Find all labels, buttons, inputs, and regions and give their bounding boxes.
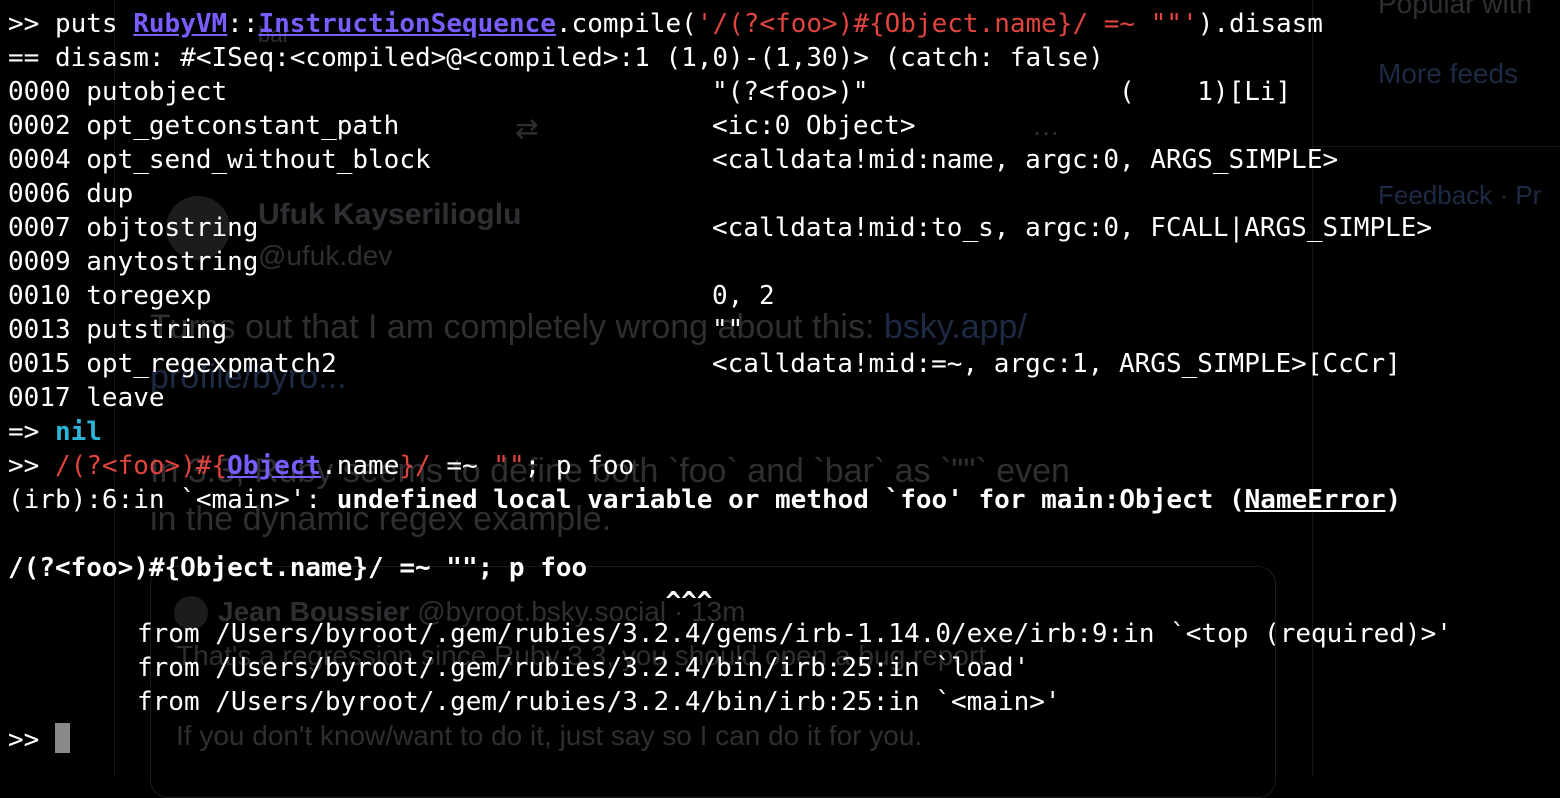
puts-keyword: puts bbox=[54, 9, 134, 39]
scope-operator: :: bbox=[227, 9, 259, 39]
p-foo-call: ; p foo bbox=[524, 451, 635, 481]
instruction-opcode: 0000 putobject bbox=[8, 77, 228, 107]
instruction-operand: <calldata!mid:name, argc:0, ARGS_SIMPLE> bbox=[712, 145, 1339, 175]
error-close-paren: ) bbox=[1385, 485, 1402, 515]
instruction-operand: "" bbox=[712, 315, 744, 345]
match-operator: =~ bbox=[430, 451, 494, 481]
error-caret: ^^^ bbox=[8, 587, 713, 617]
instruction-row: 0013 putstring "" bbox=[8, 313, 1560, 347]
instruction-row: 0000 putobject "(?<foo>)" ( 1)[Li] bbox=[8, 75, 1560, 109]
instruction-opcode: 0010 toregexp bbox=[8, 281, 212, 311]
error-class: NameError bbox=[1244, 485, 1386, 515]
backtrace-line: from /Users/byroot/.gem/rubies/3.2.4/bin… bbox=[137, 687, 1061, 717]
regex-literal-start: /(?<foo>)#{ bbox=[54, 451, 228, 481]
instruction-row: 0002 opt_getconstant_path <ic:0 Object> bbox=[8, 109, 1560, 143]
backtrace-line: from /Users/byroot/.gem/rubies/3.2.4/bin… bbox=[137, 653, 1030, 683]
regex-literal-end: }/ bbox=[399, 451, 431, 481]
instruction-operand: "(?<foo>)" ( 1)[Li] bbox=[712, 77, 1292, 107]
instruction-operand: <ic:0 Object> bbox=[712, 111, 916, 141]
irb-prompt: >> bbox=[8, 9, 55, 39]
instruction-row: 0007 objtostring <calldata!mid:to_s, argc… bbox=[8, 211, 1560, 245]
irb-prompt: >> bbox=[8, 725, 55, 755]
instruction-row: 0009 anytostring bbox=[8, 245, 1560, 279]
return-value-line: => nil bbox=[8, 415, 1560, 449]
instruction-operand: <calldata!mid:to_s, argc:0, FCALL|ARGS_S… bbox=[712, 213, 1433, 243]
empty-string-literal: "" bbox=[493, 451, 525, 481]
disasm-call: ).disasm bbox=[1197, 9, 1323, 39]
instruction-row: 0006 dup bbox=[8, 177, 1560, 211]
text-cursor bbox=[54, 723, 70, 753]
instruction-list: 0000 putobject "(?<foo>)" ( 1)[Li] 0002 op… bbox=[8, 75, 1560, 415]
irb-input-line-1: >> puts RubyVM::InstructionSequence.comp… bbox=[8, 7, 1560, 41]
instruction-row: 0004 opt_send_without_block <calldata!mid… bbox=[8, 143, 1560, 177]
instruction-opcode: 0017 leave bbox=[8, 383, 165, 413]
nil-value: nil bbox=[54, 417, 102, 447]
instruction-opcode: 0015 opt_regexpmatch2 bbox=[8, 349, 337, 379]
instruction-row: 0015 opt_regexpmatch2 <calldata!mid:=~, a… bbox=[8, 347, 1560, 381]
instruction-row: 0010 toregexp 0, 2 bbox=[8, 279, 1560, 313]
result-arrow: => bbox=[8, 417, 55, 447]
instruction-row: 0017 leave bbox=[8, 381, 1560, 415]
instruction-sequence-constant: InstructionSequence bbox=[258, 9, 556, 39]
irb-terminal[interactable]: >> puts RubyVM::InstructionSequence.comp… bbox=[8, 7, 1560, 757]
instruction-opcode: 0013 putstring bbox=[8, 315, 228, 345]
compile-call: .compile( bbox=[555, 9, 697, 39]
error-text: undefined local variable or method `foo'… bbox=[336, 485, 1245, 515]
error-message: (irb):6:in `<main>': undefined local var… bbox=[8, 483, 1560, 517]
rubyvm-constant: RubyVM bbox=[133, 9, 228, 39]
instruction-opcode: 0009 anytostring bbox=[8, 247, 259, 277]
disasm-header: == disasm: #<ISeq:<compiled>@<compiled>:… bbox=[8, 43, 1104, 73]
backtrace-line: from /Users/byroot/.gem/rubies/3.2.4/gem… bbox=[137, 619, 1452, 649]
instruction-opcode: 0002 opt_getconstant_path bbox=[8, 111, 400, 141]
irb-input-line-2: >> /(?<foo>)#{Object.name}/ =~ ""; p foo bbox=[8, 449, 1560, 483]
instruction-opcode: 0007 objtostring bbox=[8, 213, 259, 243]
instruction-operand: <calldata!mid:=~, argc:1, ARGS_SIMPLE>[C… bbox=[712, 349, 1401, 379]
instruction-opcode: 0004 opt_send_without_block bbox=[8, 145, 431, 175]
instruction-operand: 0, 2 bbox=[712, 281, 775, 311]
source-string-literal: '/(?<foo>)#{Object.name}/ =~ ""' bbox=[696, 9, 1198, 39]
error-code-line: /(?<foo>)#{Object.name}/ =~ ""; p foo bbox=[8, 553, 588, 583]
name-call: .name bbox=[321, 451, 400, 481]
irb-prompt: >> bbox=[8, 451, 55, 481]
error-location: (irb):6:in `<main>': bbox=[8, 485, 337, 515]
irb-final-prompt-line[interactable]: >> bbox=[8, 723, 1560, 757]
object-constant: Object bbox=[227, 451, 322, 481]
instruction-opcode: 0006 dup bbox=[8, 179, 134, 209]
backtrace: from /Users/byroot/.gem/rubies/3.2.4/gem… bbox=[8, 617, 1560, 719]
